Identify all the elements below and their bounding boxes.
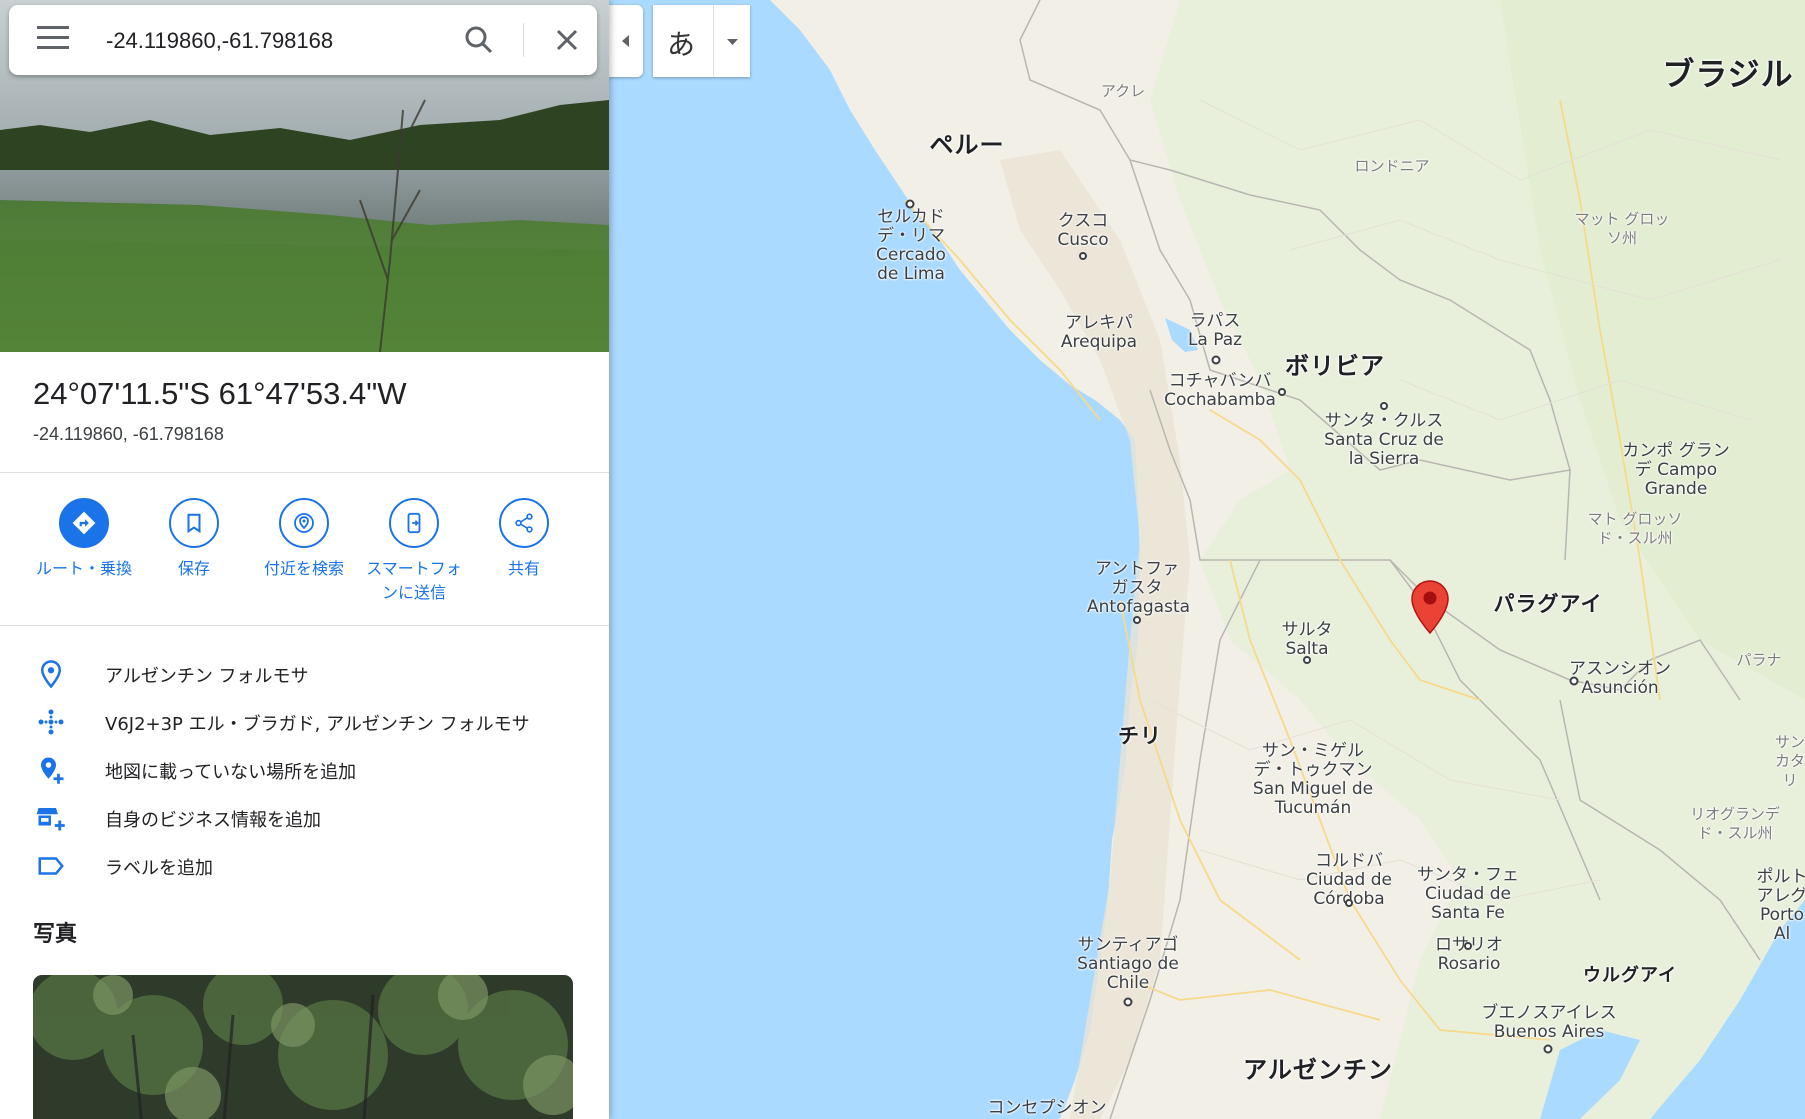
map-label-lapaz: ラパス La Paz bbox=[1187, 311, 1243, 350]
map-label-santiago: サンティアゴ Santiago de Chile bbox=[1077, 935, 1179, 993]
map-label-campo-grande: カンポ グランデ Campo Grande bbox=[1622, 441, 1730, 499]
share-button[interactable]: 共有 bbox=[469, 498, 579, 581]
map-label-chile: チリ bbox=[1118, 724, 1162, 748]
map-label-mato-grosso-sul: マト グロッソ ド・スル州 bbox=[1587, 510, 1683, 547]
directions-button[interactable]: ルート・乗換 bbox=[29, 498, 139, 581]
map-label-asuncion: アスンシオン Asunción bbox=[1569, 659, 1671, 698]
info-row-add-place[interactable]: 地図に載っていない場所を追加 bbox=[0, 746, 609, 792]
map-label-lima: セルカド デ・リマ Cercado de Lima bbox=[876, 207, 946, 284]
share-label: 共有 bbox=[507, 559, 540, 578]
nearby-icon bbox=[294, 513, 314, 533]
map-label-concepcion: コンセプシオン bbox=[987, 1098, 1107, 1118]
clear-search-button[interactable] bbox=[549, 22, 585, 58]
search-box bbox=[9, 5, 597, 75]
photo-thumbnail[interactable] bbox=[33, 975, 573, 1119]
nearby-label: 付近を検索 bbox=[263, 559, 344, 578]
map-label-cordoba: コルドバ Ciudad de Córdoba bbox=[1305, 851, 1393, 909]
plus-code-text: V6J2+3P エル・ブラガド, アルゼンチン フォルモサ bbox=[105, 714, 530, 735]
share-icon bbox=[515, 513, 533, 533]
place-subtitle: -24.119860, -61.798168 bbox=[33, 424, 224, 444]
divider bbox=[0, 472, 609, 473]
map-label-paraguay: パラグアイ bbox=[1493, 592, 1603, 616]
close-icon bbox=[556, 29, 578, 51]
map-label-brazil: ブラジル bbox=[1662, 55, 1794, 93]
photos-heading: 写真 bbox=[33, 922, 78, 947]
divider bbox=[0, 625, 609, 626]
save-button[interactable]: 保存 bbox=[139, 498, 249, 581]
photo-thumbnail-image bbox=[33, 975, 573, 1119]
location-marker-icon[interactable] bbox=[1411, 580, 1449, 634]
save-label: 保存 bbox=[177, 559, 210, 578]
language-char: あ bbox=[667, 28, 696, 61]
map-label-santa-cruz: サンタ・クルス Santa Cruz de la Sierra bbox=[1324, 411, 1444, 469]
map-label-salta: サルタ Salta bbox=[1281, 620, 1333, 659]
map-label-cochabamba: コチャバンバ Cochabamba bbox=[1164, 371, 1276, 410]
send-to-phone-button[interactable]: スマートフォンに送信 bbox=[359, 498, 469, 605]
address-text: アルゼンチン フォルモサ bbox=[105, 666, 309, 687]
map-label-parana: パラナ bbox=[1736, 651, 1782, 669]
nearby-button[interactable]: 付近を検索 bbox=[249, 498, 359, 581]
map-label-acre: アクレ bbox=[1100, 82, 1146, 100]
directions-icon bbox=[72, 511, 96, 535]
add-label-text: ラベルを追加 bbox=[105, 858, 213, 879]
language-toggle[interactable]: あ bbox=[653, 5, 750, 77]
map-label-arequipa: アレキパ Arequipa bbox=[1060, 313, 1138, 352]
location-pin-icon bbox=[40, 660, 62, 689]
send-to-phone-icon bbox=[407, 512, 421, 534]
caret-left-icon bbox=[622, 35, 629, 47]
map-label-argentina: アルゼンチン bbox=[1243, 1056, 1393, 1084]
map-label-buenos-aires: ブエノスアイレス Buenos Aires bbox=[1481, 1003, 1617, 1042]
language-dropdown-button[interactable] bbox=[713, 5, 751, 77]
search-divider bbox=[523, 23, 524, 57]
map-label-rio-grande-sul: リオグランデ ド・スル州 bbox=[1690, 805, 1780, 842]
collapse-panel-button[interactable] bbox=[609, 5, 643, 77]
add-business-text: 自身のビジネス情報を追加 bbox=[105, 810, 321, 831]
add-place-icon bbox=[41, 757, 64, 784]
bookmark-icon bbox=[187, 513, 201, 534]
search-button[interactable] bbox=[461, 22, 497, 58]
label-icon bbox=[38, 857, 64, 875]
caret-down-icon bbox=[727, 39, 738, 45]
place-title: 24°07'11.5"S 61°47'53.4"W bbox=[33, 376, 407, 411]
map-label-uruguay: ウルグアイ bbox=[1582, 965, 1678, 986]
map-label-porto-alegre: ポルト アレグ Porto Al bbox=[1756, 867, 1805, 944]
search-input[interactable] bbox=[104, 23, 438, 59]
info-row-add-business[interactable]: 自身のビジネス情報を追加 bbox=[0, 794, 609, 840]
map-label-mato-grosso: マット グロッソ州 bbox=[1574, 210, 1670, 247]
info-row-address[interactable]: アルゼンチン フォルモサ bbox=[0, 650, 609, 696]
info-row-add-label[interactable]: ラベルを追加 bbox=[0, 842, 609, 888]
map-label-rosario: ロサリオ Rosario bbox=[1435, 935, 1503, 974]
directions-label: ルート・乗換 bbox=[35, 559, 132, 578]
map-label-santa-fe: サンタ・フェ Ciudad de Santa Fe bbox=[1417, 865, 1519, 923]
side-panel: 24°07'11.5"S 61°47'53.4"W -24.119860, -6… bbox=[0, 0, 609, 1119]
plus-code-icon bbox=[38, 709, 64, 735]
add-business-icon bbox=[36, 808, 65, 831]
add-place-text: 地図に載っていない場所を追加 bbox=[105, 762, 357, 783]
map-label-peru: ペルー bbox=[929, 131, 1005, 159]
search-icon bbox=[465, 26, 493, 54]
map-label-tucuman: サン・ミゲル デ・トゥクマン San Miguel de Tucumán bbox=[1252, 741, 1374, 818]
menu-icon[interactable] bbox=[37, 26, 69, 54]
map-label-rondonia: ロンドニア bbox=[1354, 157, 1430, 175]
send-to-phone-label: スマートフォンに送信 bbox=[366, 559, 462, 602]
map-label-santa-catarina: サン カタリ bbox=[1774, 733, 1805, 789]
map-label-cusco: クスコ Cusco bbox=[1057, 211, 1109, 250]
map-label-antofagasta: アントファ ガスタ Antofagasta bbox=[1087, 559, 1191, 617]
info-row-plus-code[interactable]: V6J2+3P エル・ブラガド, アルゼンチン フォルモサ bbox=[0, 698, 609, 744]
map-label-bolivia: ボリビア bbox=[1285, 352, 1385, 380]
